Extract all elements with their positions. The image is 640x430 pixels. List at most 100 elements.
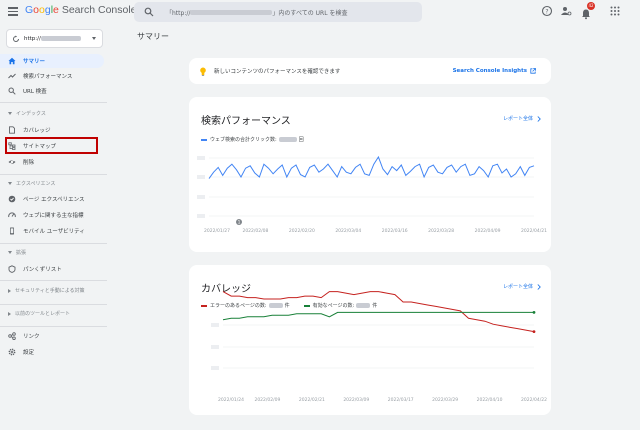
banner-text: 新しいコンテンツのパフォーマンスを確認できます bbox=[214, 69, 341, 75]
sidebar-item-removals[interactable]: 削除 bbox=[0, 155, 104, 169]
x-tick-label: 2022/01/27 bbox=[204, 228, 230, 234]
property-selector[interactable]: http:// bbox=[6, 29, 103, 48]
apps-grid-icon[interactable] bbox=[609, 5, 621, 17]
redacted-url bbox=[190, 9, 273, 15]
sidebar-divider bbox=[0, 174, 107, 175]
sidebar-item-mobile-usability[interactable]: モバイル ユーザビリティ bbox=[0, 224, 104, 238]
y-tick-label-redacted bbox=[197, 175, 205, 179]
expand-icon bbox=[8, 288, 11, 293]
series-end-point bbox=[532, 330, 536, 333]
sidebar-item-label: ウェブに関する主な指標 bbox=[23, 213, 84, 219]
x-tick-label: 2022/04/22 bbox=[521, 397, 547, 403]
redacted-property bbox=[40, 36, 81, 41]
open-in-new-icon[interactable] bbox=[530, 68, 536, 74]
sidebar-item-label: パンくずリスト bbox=[23, 267, 62, 273]
insights-banner: 新しいコンテンツのパフォーマンスを確認できます Search Console I… bbox=[189, 58, 551, 84]
section-enhancements[interactable]: 拡張 bbox=[8, 249, 26, 256]
sidebar-item-summary[interactable]: サマリー bbox=[0, 54, 104, 68]
y-tick-label-redacted bbox=[211, 323, 219, 327]
top-bar: Google Search Console 「http:// 」内のすべての U… bbox=[0, 0, 640, 24]
file-icon bbox=[9, 126, 15, 134]
sidebar-item-label: カバレッジ bbox=[23, 128, 51, 134]
sidebar-divider bbox=[0, 102, 107, 103]
x-tick-label: 2022/02/09 bbox=[254, 397, 280, 403]
sidebar-item-links[interactable]: リンク bbox=[0, 329, 104, 343]
settings-icon bbox=[8, 348, 16, 356]
page-title: サマリー bbox=[137, 32, 169, 41]
series-line bbox=[222, 311, 534, 321]
sidebar-item-label: サマリー bbox=[23, 59, 46, 65]
y-tick-label-redacted bbox=[197, 214, 205, 218]
y-tick-label-redacted bbox=[197, 156, 205, 160]
sidebar-divider bbox=[0, 326, 107, 327]
performance-chart: 2022/01/27 2022/02/08 2022/02/20 2022/03/04… bbox=[197, 155, 547, 234]
sidebar-item-breadcrumbs[interactable]: パンくずリスト bbox=[0, 262, 104, 276]
trending-icon bbox=[8, 73, 16, 79]
sidebar-item-label: リンク bbox=[23, 334, 40, 340]
section-label: エクスペリエンス bbox=[16, 181, 56, 187]
menu-icon[interactable] bbox=[8, 7, 18, 16]
sidebar-item-coverage[interactable]: カバレッジ bbox=[0, 123, 104, 137]
series-line bbox=[208, 155, 535, 179]
sidebar-item-performance[interactable]: 検索パフォーマンス bbox=[0, 69, 104, 83]
x-tick-label: 2022/03/16 bbox=[382, 228, 408, 234]
search-icon bbox=[8, 87, 16, 95]
x-tick-label: 2022/01/24 bbox=[218, 397, 244, 403]
logo-letter: G bbox=[25, 4, 34, 16]
section-security[interactable]: セキュリティと手動による対策 bbox=[8, 287, 85, 294]
section-experience[interactable]: エクスペリエンス bbox=[8, 180, 55, 187]
collapse-icon bbox=[8, 112, 12, 115]
notification-badge: 42 bbox=[587, 2, 595, 10]
sidebar-divider bbox=[0, 304, 107, 305]
x-tick-label: 2022/02/21 bbox=[299, 397, 325, 403]
home-icon bbox=[8, 57, 16, 65]
coverage-chart: 2022/01/24 2022/02/09 2022/02/21 2022/03/09… bbox=[211, 291, 547, 403]
sidebar-item-label: 削除 bbox=[23, 160, 35, 166]
notifications-icon[interactable]: 42 bbox=[580, 2, 595, 20]
sidebar-item-label: 設定 bbox=[23, 350, 35, 356]
x-tick-label: 2022/03/28 bbox=[428, 228, 454, 234]
page-experience-icon bbox=[8, 195, 16, 203]
sidebar-item-settings[interactable]: 設定 bbox=[0, 345, 104, 359]
series-end-point bbox=[532, 310, 536, 314]
section-legacy[interactable]: 以前のツールとレポート bbox=[8, 310, 70, 317]
property-prefix: http:// bbox=[24, 35, 41, 42]
insights-link[interactable]: Search Console Insights bbox=[453, 68, 527, 74]
section-label: セキュリティと手動による対策 bbox=[15, 288, 85, 294]
section-label: 拡張 bbox=[16, 250, 27, 256]
sidebar-item-page-experience[interactable]: ページ エクスペリエンス bbox=[0, 192, 104, 206]
sidebar: http:// サマリー 検索パフォーマンス URL 検査 インデックス カバレ… bbox=[0, 24, 107, 430]
search-prefix: 「http:// bbox=[166, 9, 191, 17]
y-tick-label-redacted bbox=[211, 345, 219, 349]
section-label: 以前のツールとレポート bbox=[15, 311, 71, 317]
collapse-icon bbox=[8, 251, 12, 254]
x-tick-label: 2022/03/29 bbox=[432, 397, 458, 403]
x-tick-label: 2022/03/17 bbox=[388, 397, 414, 403]
eye-off-icon bbox=[8, 158, 16, 166]
app-logo[interactable]: Google Search Console bbox=[25, 4, 137, 16]
series-line bbox=[222, 291, 535, 333]
section-label: インデックス bbox=[16, 111, 46, 117]
mobile-icon bbox=[10, 227, 14, 235]
search-icon bbox=[144, 7, 154, 17]
x-tick-label: 2022/03/09 bbox=[343, 397, 369, 403]
logo-letter: e bbox=[53, 4, 59, 16]
x-tick-label: 2022/02/20 bbox=[289, 228, 315, 234]
help-icon[interactable]: ? bbox=[541, 5, 553, 17]
annotation-label: 1 bbox=[238, 220, 241, 226]
link-icon bbox=[8, 332, 16, 340]
svg-text:?: ? bbox=[545, 8, 548, 15]
sitemaps-highlight-box bbox=[5, 137, 98, 154]
section-index[interactable]: インデックス bbox=[8, 110, 46, 117]
performance-card: 検索パフォーマンス レポート全体 ウェブ検索の合計クリック数: 回 2022/0… bbox=[189, 97, 551, 252]
sidebar-divider bbox=[0, 243, 107, 244]
url-inspection-search[interactable]: 「http:// 」内のすべての URL を検査 bbox=[134, 2, 422, 22]
lightbulb-icon bbox=[200, 67, 206, 76]
x-tick-label: 2022/02/08 bbox=[242, 228, 268, 234]
collapse-icon bbox=[8, 182, 12, 185]
sidebar-item-url-inspection[interactable]: URL 検査 bbox=[0, 84, 104, 98]
search-placeholder: 「http:// 」内のすべての URL を検査 bbox=[166, 8, 347, 17]
sidebar-item-core-web-vitals[interactable]: ウェブに関する主な指標 bbox=[0, 208, 104, 222]
account-settings-icon[interactable] bbox=[560, 5, 572, 17]
search-suffix: 」内のすべての URL を検査 bbox=[272, 9, 348, 17]
